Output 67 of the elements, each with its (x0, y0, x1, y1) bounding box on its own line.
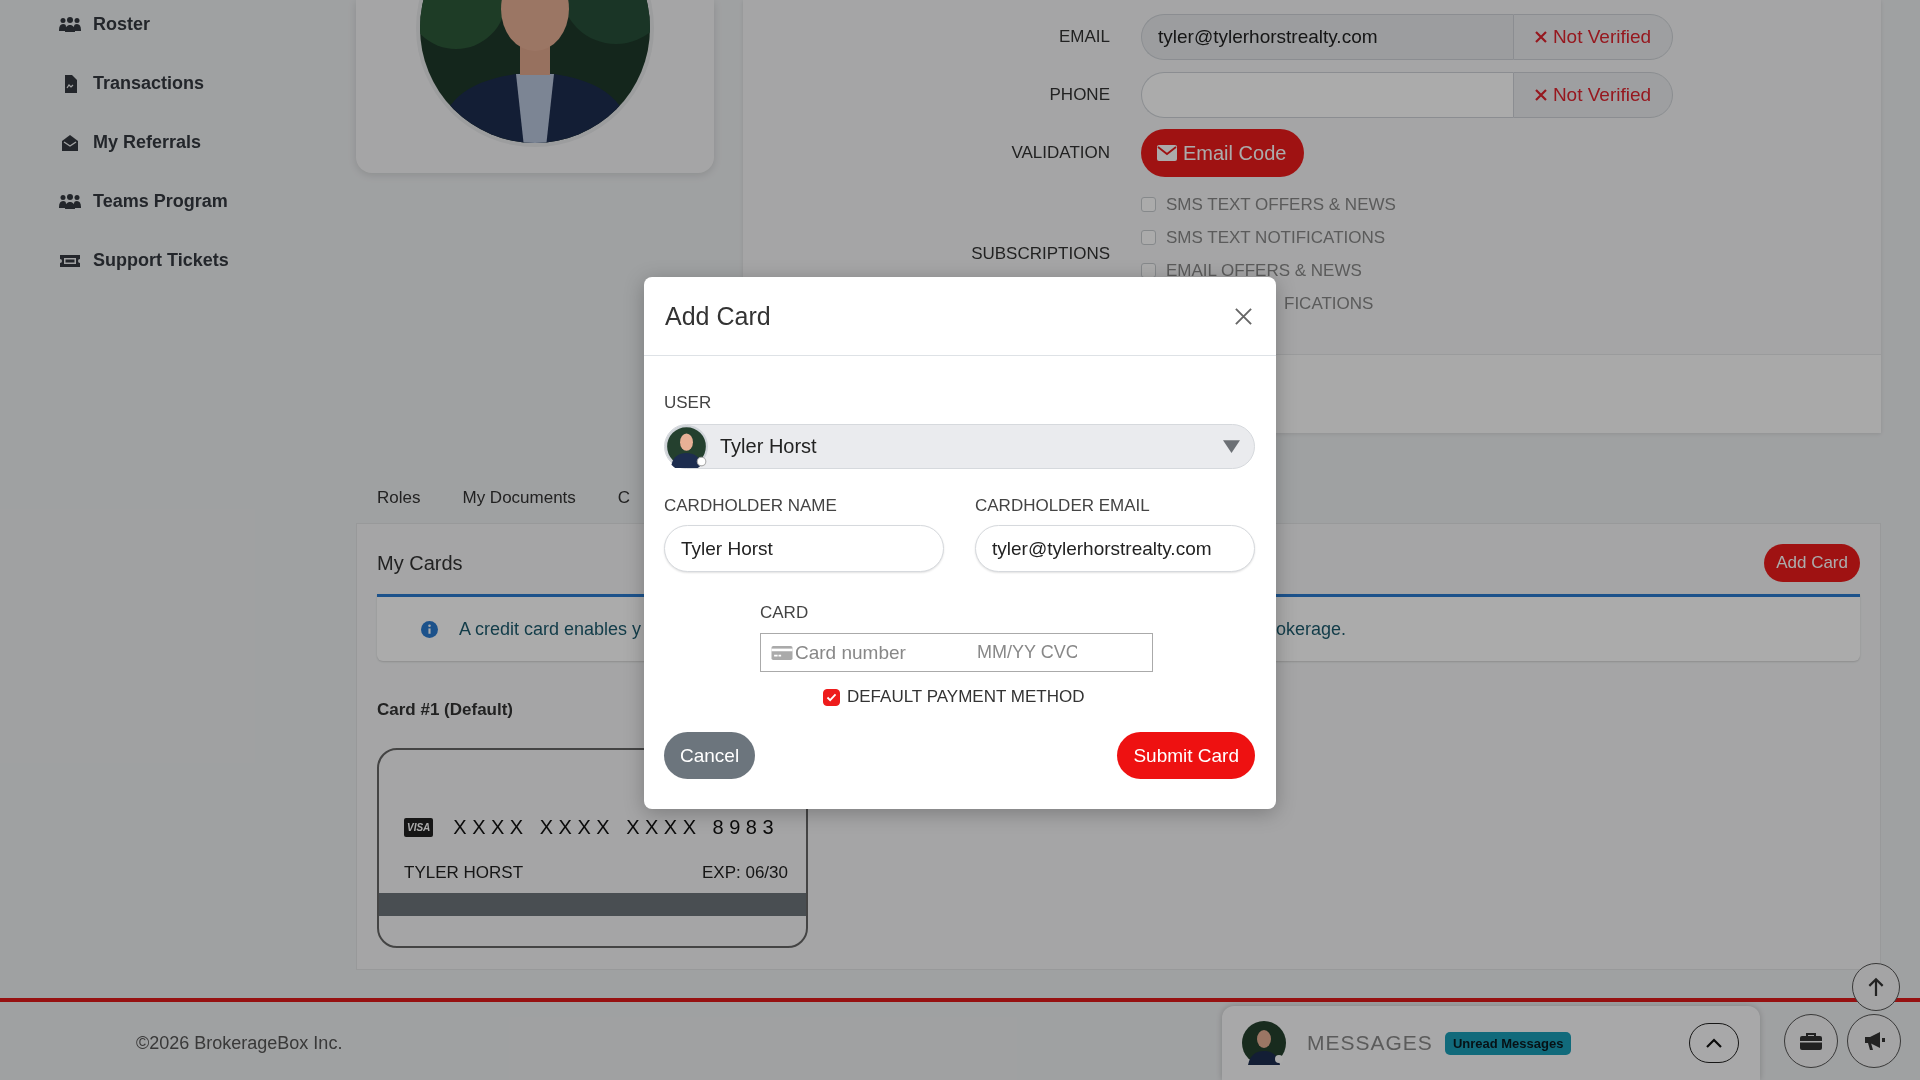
info-text: A credit card enables y (459, 618, 642, 639)
briefcase-button[interactable] (1784, 1014, 1838, 1068)
avatar (665, 425, 708, 468)
field-label: USER (664, 393, 712, 413)
checkbox-label: SMS TEXT NOTIFICATIONS (1166, 227, 1386, 248)
text-field[interactable] (1141, 72, 1513, 118)
checkbox[interactable] (1141, 197, 1156, 212)
cross-icon (1534, 89, 1547, 101)
checkbox-label: SMS TEXT OFFERS & NEWS (1166, 194, 1396, 215)
checkbox-label: FICATIONS (1284, 293, 1374, 314)
card-number: XXXX XXXX XXXX 8983 (453, 815, 780, 839)
cancel-button[interactable]: Cancel (664, 732, 756, 779)
info-icon (421, 620, 438, 638)
scroll-top-button[interactable] (1852, 963, 1900, 1011)
megaphone-icon (1863, 1031, 1885, 1051)
submit-card-button[interactable]: Submit Card (1117, 732, 1255, 779)
checkbox-label: EMAIL OFFERS & NEWS (1166, 260, 1362, 281)
card-brand-icon: VISA (404, 817, 434, 837)
messages-title: MESSAGES (1307, 1031, 1433, 1055)
sidebar-item[interactable]: Transactions (59, 54, 356, 113)
field-label: PHONE (1048, 85, 1110, 105)
text-field[interactable]: tyler@tylerhorstrealty.com (1141, 14, 1513, 60)
dialog-title: Add Card (665, 301, 771, 331)
add-card-button[interactable]: Add Card (1764, 544, 1860, 582)
card-title: Card #1 (Default) (377, 700, 515, 720)
card-expiry: EXP: 06/30 (702, 863, 788, 883)
cardholder-name: TYLER HORST (404, 863, 524, 883)
field-label: CARDHOLDER NAME (664, 496, 837, 516)
cardholder-name-field[interactable]: Tyler Horst (664, 525, 944, 572)
sidebar-item[interactable]: Roster (59, 0, 356, 54)
caret-icon (1223, 440, 1240, 453)
field-label: EMAIL (1057, 27, 1110, 47)
card-number-field[interactable]: Card number (795, 641, 965, 664)
sidebar-item[interactable]: My Referrals (59, 113, 356, 172)
briefcase-icon (1800, 1031, 1822, 1051)
copyright-text: ©2026 BrokerageBox Inc. (136, 1033, 343, 1054)
avatar (1242, 1021, 1286, 1065)
people-icon (59, 192, 81, 211)
sidebar-item[interactable]: Teams Program (59, 172, 356, 231)
close-icon[interactable] (1234, 306, 1253, 326)
tab[interactable]: My Documents (441, 473, 597, 523)
checkbox[interactable] (1141, 230, 1156, 245)
people-icon (59, 15, 81, 34)
checkbox-label: DEFAULT PAYMENT METHOD (847, 687, 1085, 707)
cardholder-email-field[interactable]: tyler@tylerhorstrealty.com (975, 525, 1255, 572)
unread-badge: Unread Messages (1444, 1031, 1572, 1055)
section-title: My Cards (377, 551, 463, 575)
status-text: Not Verified (1552, 26, 1652, 48)
field-label: VALIDATION (1010, 143, 1110, 163)
envelope-icon (1157, 145, 1177, 161)
status-text: Not Verified (1552, 84, 1652, 106)
field-label: CARDHOLDER EMAIL (975, 496, 1150, 516)
tab[interactable]: Roles (356, 473, 442, 523)
field-label: SUBSCRIPTIONS (970, 244, 1110, 264)
user-select[interactable]: Tyler Horst (664, 424, 1255, 469)
checkbox[interactable] (823, 688, 840, 706)
field-label: CARD (760, 603, 809, 623)
info-text: okerage. (1276, 618, 1347, 640)
cross-icon (1534, 31, 1547, 43)
sidebar-item[interactable]: Support Tickets (59, 231, 356, 290)
envelope-icon (59, 133, 81, 152)
chevron-up-icon (1706, 1038, 1722, 1048)
megaphone-button[interactable] (1847, 1014, 1901, 1068)
expand-button[interactable] (1689, 1023, 1739, 1063)
credit-card-icon (771, 645, 793, 660)
email-code-button[interactable]: Email Code (1141, 129, 1305, 177)
checkmark-icon (826, 692, 837, 702)
